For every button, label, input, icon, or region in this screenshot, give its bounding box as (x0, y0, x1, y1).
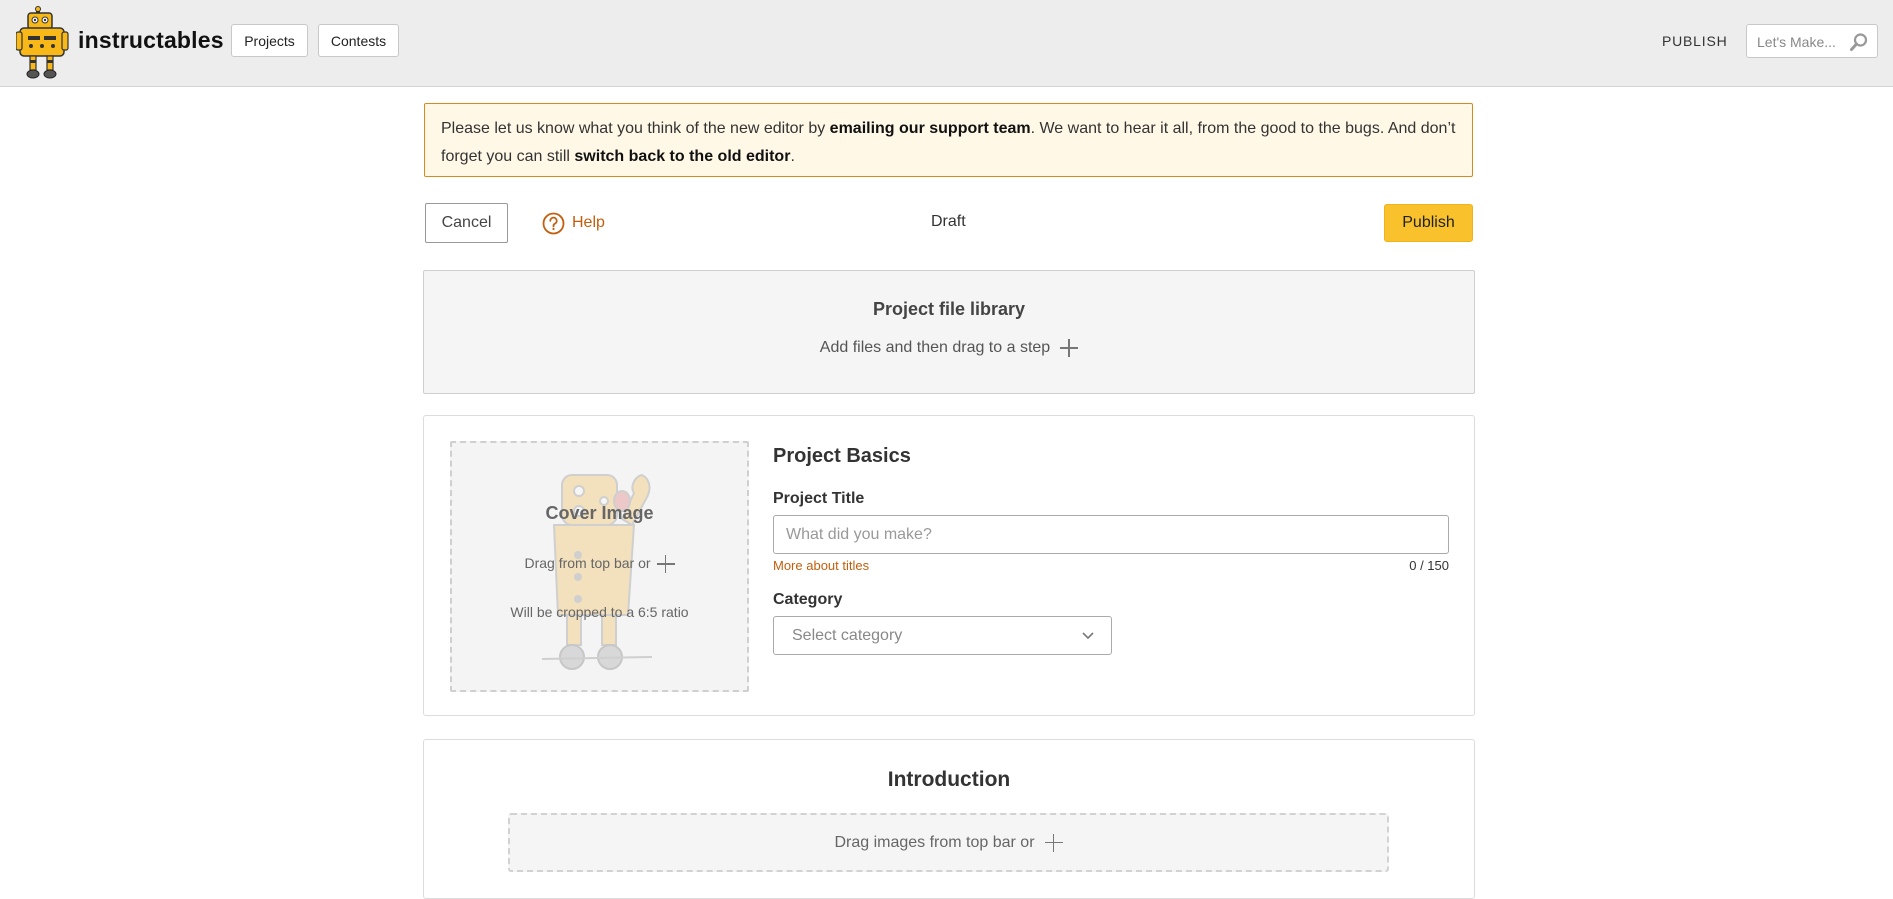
cover-drag-row[interactable]: Drag from top bar or (452, 555, 747, 574)
project-basics-card: Cover Image Drag from top bar or Will be… (423, 415, 1475, 716)
cover-ratio-note: Will be cropped to a 6:5 ratio (510, 604, 689, 620)
library-title: Project file library (872, 299, 1026, 319)
add-files-plus-icon[interactable] (1060, 339, 1079, 357)
cover-image-dropzone[interactable]: Cover Image Drag from top bar or Will be… (450, 441, 749, 692)
help-link[interactable]: Help (542, 211, 605, 235)
nav-projects-button[interactable]: Projects (231, 24, 308, 57)
cancel-button[interactable]: Cancel (425, 203, 508, 243)
introduction-heading: Introduction (887, 768, 1011, 791)
draft-status: Draft (931, 213, 966, 230)
top-bar: instructables Projects Contests PUBLISH … (0, 0, 1893, 87)
feedback-notice: Please let us know what you think of the… (424, 103, 1473, 177)
title-char-counter: 0 / 150 (1409, 558, 1449, 573)
brand-name[interactable]: instructables (78, 27, 224, 54)
cover-add-plus-icon[interactable] (656, 555, 675, 574)
nav-contests-button[interactable]: Contests (318, 24, 399, 57)
search-box[interactable]: Let's Make... (1746, 24, 1878, 58)
project-basics-heading: Project Basics (773, 445, 911, 467)
library-subtitle: Add files and then drag to a step (819, 339, 1051, 357)
help-label: Help (572, 214, 605, 231)
chevron-down-icon (1082, 632, 1094, 640)
header-publish-link[interactable]: PUBLISH (1662, 33, 1728, 49)
intro-drop-text: Drag images from top bar or (834, 834, 1035, 851)
search-placeholder: Let's Make... (1757, 34, 1836, 50)
instructables-robot-logo[interactable] (16, 6, 74, 80)
more-about-titles-link[interactable]: More about titles (773, 558, 869, 573)
cover-image-title: Cover Image (545, 503, 654, 523)
notice-text-3: . (790, 148, 795, 165)
notice-text-1: Please let us know what you think of the… (441, 120, 830, 137)
email-support-link[interactable]: emailing our support team (830, 120, 1031, 137)
publish-button[interactable]: Publish (1384, 204, 1473, 242)
project-file-library[interactable]: Project file library Add files and then … (423, 270, 1475, 394)
old-editor-link[interactable]: switch back to the old editor (574, 148, 790, 165)
search-icon[interactable] (1849, 32, 1869, 52)
project-title-label: Project Title (773, 490, 865, 507)
category-label: Category (773, 591, 843, 608)
intro-image-dropzone[interactable]: Drag images from top bar or (508, 813, 1389, 872)
cover-drag-text: Drag from top bar or (524, 555, 651, 571)
project-title-input[interactable] (773, 515, 1449, 554)
introduction-card: Introduction Drag images from top bar or (423, 739, 1475, 899)
category-select[interactable]: Select category (773, 616, 1112, 655)
category-selected-value: Select category (792, 627, 903, 644)
help-circle-icon (542, 212, 565, 234)
add-files-row[interactable]: Add files and then drag to a step (424, 339, 1474, 357)
intro-add-plus-icon[interactable] (1044, 833, 1063, 852)
